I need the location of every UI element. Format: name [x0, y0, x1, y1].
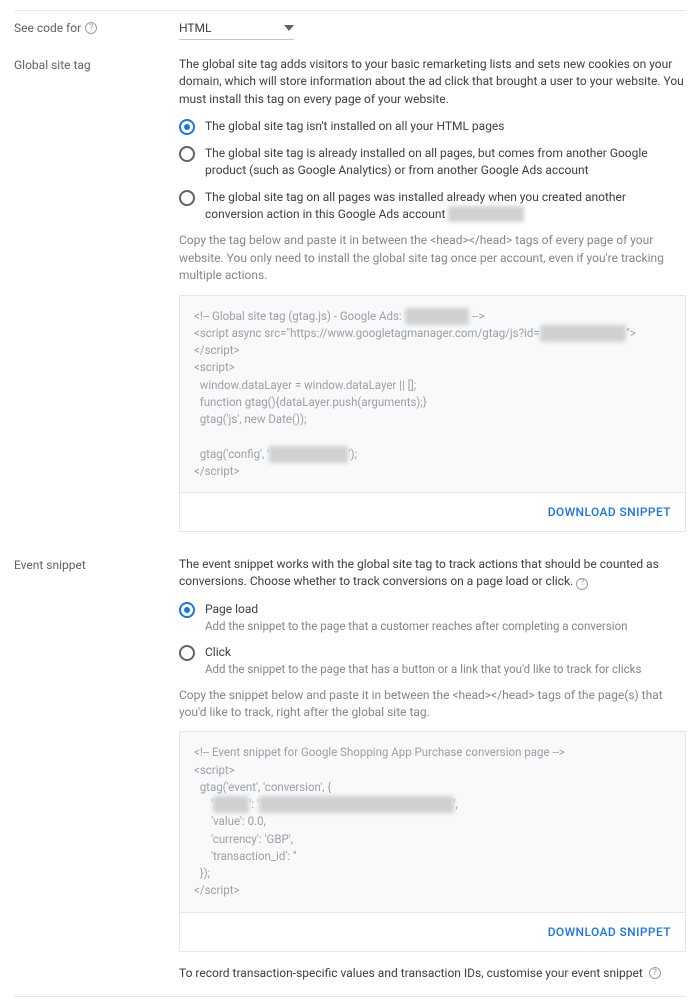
radio-already-installed[interactable]: The global site tag on all pages was ins…: [179, 189, 686, 223]
event-snippet-desc: The event snippet works with the global …: [179, 556, 686, 591]
download-snippet-button[interactable]: DOWNLOAD SNIPPET: [548, 925, 671, 939]
select-value: HTML: [179, 21, 212, 35]
help-icon[interactable]: ?: [576, 578, 588, 590]
radio-label: The global site tag isn't installed on a…: [205, 118, 504, 135]
radio-subtext: Add the snippet to the page that a custo…: [205, 618, 627, 634]
redacted-id: XXXXXXXXXX: [448, 206, 523, 223]
radio-input[interactable]: [179, 146, 195, 162]
global-tag-copy-note: Copy the tag below and paste it in betwe…: [179, 232, 686, 284]
radio-label: The global site tag is already installed…: [205, 145, 686, 179]
radio-title: Page load: [205, 601, 627, 618]
radio-input[interactable]: [179, 190, 195, 206]
download-snippet-button[interactable]: DOWNLOAD SNIPPET: [548, 505, 671, 519]
footer-note: To record transaction-specific values an…: [179, 966, 643, 980]
global-tag-code-box: <!-- Global site tag (gtag.js) - Google …: [179, 295, 686, 533]
chevron-down-icon: [284, 25, 294, 31]
global-tag-label: Global site tag: [14, 58, 91, 72]
radio-label: The global site tag on all pages was ins…: [205, 189, 686, 223]
radio-page-load[interactable]: Page load Add the snippet to the page th…: [179, 601, 686, 634]
radio-other-product[interactable]: The global site tag is already installed…: [179, 145, 686, 179]
radio-input[interactable]: [179, 119, 195, 135]
radio-title: Click: [205, 644, 641, 661]
radio-click[interactable]: Click Add the snippet to the page that h…: [179, 644, 686, 677]
radio-subtext: Add the snippet to the page that has a b…: [205, 661, 641, 677]
event-snippet-code: <!-- Event snippet for Google Shopping A…: [180, 732, 685, 911]
event-snippet-code-box: <!-- Event snippet for Google Shopping A…: [179, 731, 686, 951]
event-snippet-copy-note: Copy the snippet below and paste it in b…: [179, 687, 686, 722]
radio-input[interactable]: [179, 645, 195, 661]
see-code-label: See code for: [14, 21, 81, 35]
global-tag-desc: The global site tag adds visitors to you…: [179, 56, 686, 108]
global-tag-code: <!-- Global site tag (gtag.js) - Google …: [180, 296, 685, 493]
help-icon[interactable]: ?: [85, 22, 97, 34]
radio-input[interactable]: [179, 602, 195, 618]
radio-not-installed[interactable]: The global site tag isn't installed on a…: [179, 118, 686, 135]
event-snippet-label: Event snippet: [14, 558, 86, 572]
help-icon[interactable]: ?: [649, 967, 661, 979]
code-language-select[interactable]: HTML: [179, 19, 294, 40]
